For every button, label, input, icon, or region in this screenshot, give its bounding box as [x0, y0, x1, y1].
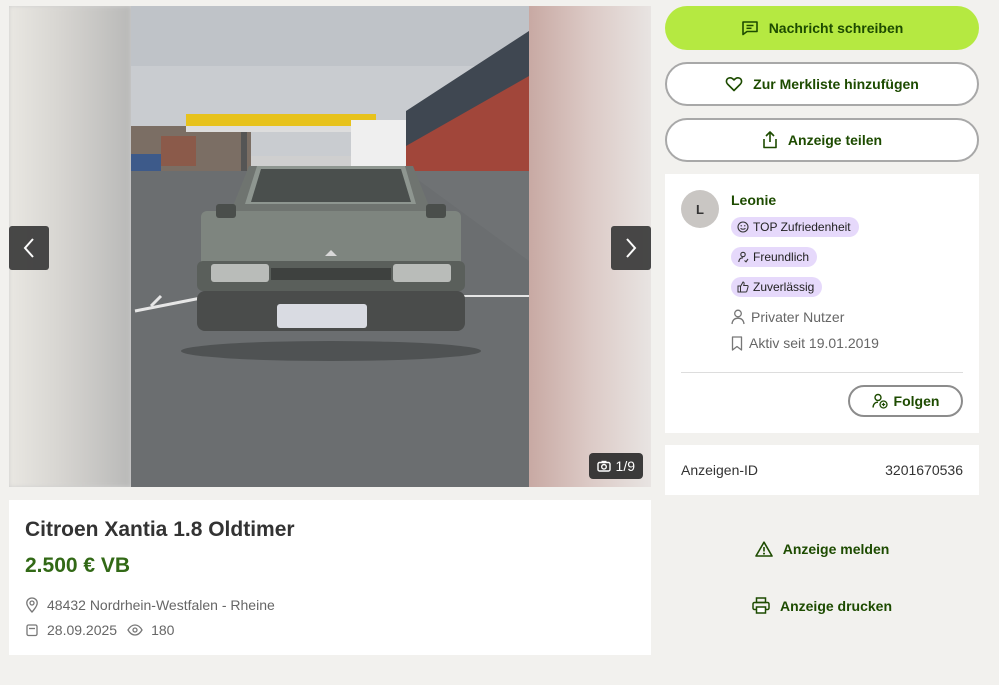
heart-icon — [725, 77, 743, 92]
calendar-icon — [26, 624, 38, 637]
add-to-watchlist-label: Zur Merkliste hinzufügen — [753, 76, 919, 92]
send-message-label: Nachricht schreiben — [768, 20, 904, 36]
bookmark-icon — [731, 335, 743, 351]
seller-type: Privater Nutzer — [731, 309, 844, 325]
eye-icon — [127, 624, 143, 636]
next-image-button[interactable] — [611, 226, 651, 270]
seller-type-text: Privater Nutzer — [751, 309, 845, 325]
warning-icon — [754, 541, 773, 557]
listing-location: 48432 Nordrhein-Westfalen - Rheine — [25, 597, 275, 613]
listing-title: Citroen Xantia 1.8 Oldtimer — [25, 518, 295, 541]
share-listing-label: Anzeige teilen — [787, 132, 883, 148]
camera-icon — [596, 460, 611, 472]
smiley-icon — [737, 221, 749, 233]
print-listing-button[interactable]: Anzeige drucken — [665, 597, 979, 614]
badge-friendly: Freundlich — [731, 247, 818, 267]
send-message-button[interactable]: Nachricht schreiben — [665, 6, 979, 50]
seller-card: L Leonie TOP Zufriedenheit Freundlich Zu… — [665, 174, 979, 433]
badge-label: Freundlich — [753, 250, 810, 264]
listing-date-views: 28.09.2025 180 — [25, 622, 174, 638]
views-count: 180 — [151, 622, 175, 638]
image-gallery[interactable]: 1/9 — [9, 6, 651, 487]
seller-avatar[interactable]: L — [681, 190, 719, 228]
badge-label: Zuverlässig — [753, 280, 815, 294]
ad-id-value: 3201670536 — [885, 462, 963, 478]
follow-label: Folgen — [893, 393, 940, 409]
print-listing-label: Anzeige drucken — [779, 597, 893, 614]
seller-active-since: Aktiv seit 19.01.2019 — [731, 335, 879, 351]
badge-label: TOP Zufriedenheit — [753, 220, 851, 234]
chevron-left-icon — [23, 238, 34, 258]
ad-id-row: Anzeigen-ID 3201670536 — [665, 445, 979, 495]
badge-top-satisfaction: TOP Zufriedenheit — [731, 217, 859, 237]
message-icon — [741, 21, 758, 36]
location-pin-icon — [26, 597, 38, 613]
printer-icon — [752, 597, 770, 614]
image-counter-text: 1/9 — [615, 458, 635, 474]
user-plus-icon — [871, 393, 888, 409]
user-icon — [731, 309, 745, 325]
listing-info-card: Citroen Xantia 1.8 Oldtimer 2.500 € VB 4… — [9, 500, 651, 655]
car-photo[interactable] — [131, 6, 529, 487]
badge-reliable: Zuverlässig — [731, 277, 823, 297]
listing-price: 2.500 € VB — [25, 554, 131, 577]
share-listing-button[interactable]: Anzeige teilen — [665, 118, 979, 162]
ad-id-label: Anzeigen-ID — [681, 462, 759, 478]
thumbs-up-icon — [737, 281, 749, 293]
previous-image-button[interactable] — [9, 226, 49, 270]
share-icon — [763, 131, 777, 149]
report-listing-button[interactable]: Anzeige melden — [665, 541, 979, 557]
add-to-watchlist-button[interactable]: Zur Merkliste hinzufügen — [665, 62, 979, 106]
friendly-person-icon — [738, 251, 749, 263]
seller-name-link[interactable]: Leonie — [731, 192, 776, 208]
seller-divider — [681, 372, 963, 373]
follow-seller-button[interactable]: Folgen — [848, 385, 963, 417]
date-text: 28.09.2025 — [47, 622, 118, 638]
active-since-text: Aktiv seit 19.01.2019 — [749, 335, 879, 351]
chevron-right-icon — [626, 238, 637, 258]
report-listing-label: Anzeige melden — [782, 541, 890, 557]
location-text: 48432 Nordrhein-Westfalen - Rheine — [47, 597, 275, 613]
image-counter: 1/9 — [588, 453, 643, 479]
